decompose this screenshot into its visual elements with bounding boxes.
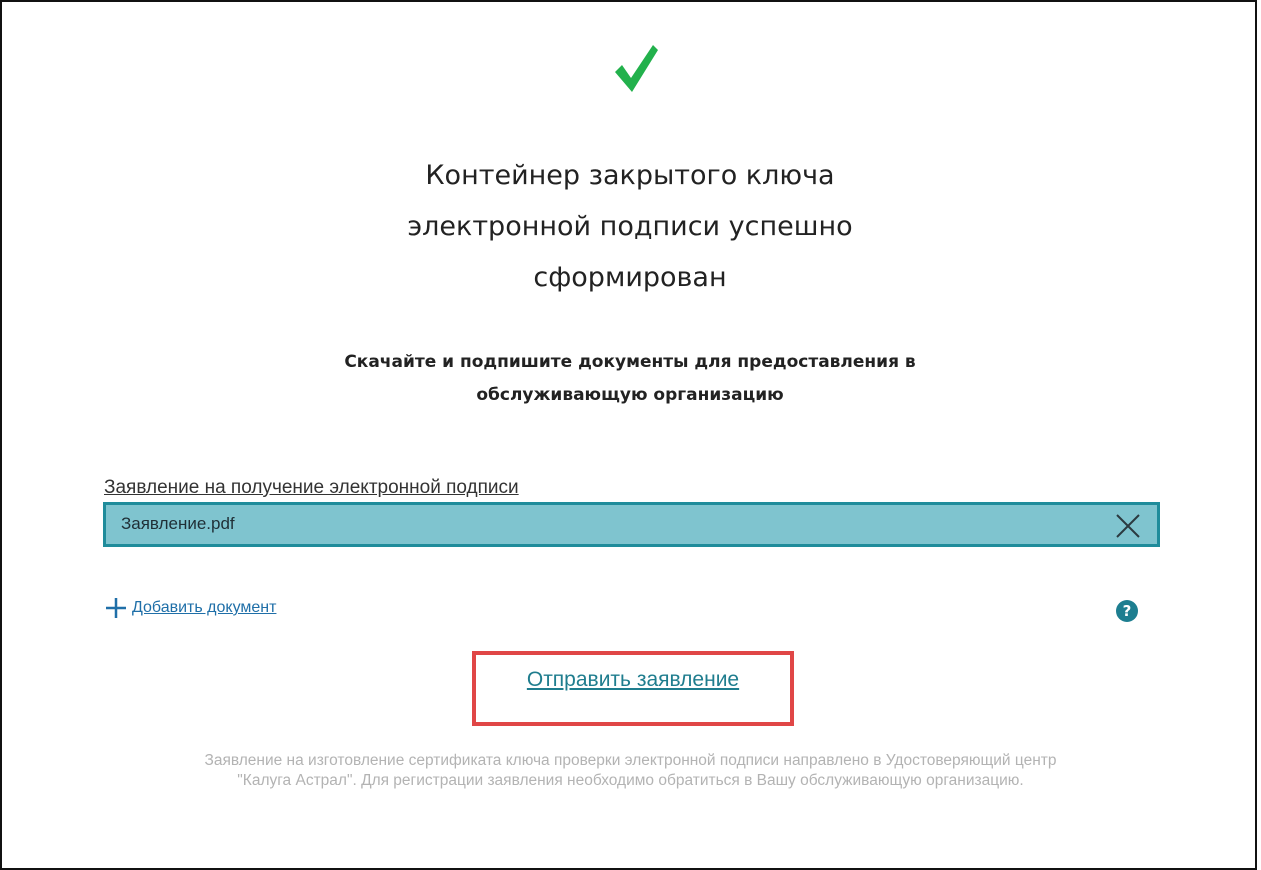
add-document-link[interactable]: Добавить документ bbox=[104, 596, 276, 620]
title-line: Контейнер закрытого ключа bbox=[425, 160, 835, 191]
instructions-text: Скачайте и подпишите документы для предо… bbox=[280, 346, 980, 412]
checkmark-icon bbox=[615, 45, 658, 92]
title-line: электронной подписи успешно bbox=[407, 211, 853, 242]
submit-application-link[interactable]: Отправить заявление bbox=[472, 668, 794, 692]
title-line: сформирован bbox=[533, 262, 727, 293]
subtitle-line: обслуживающую организацию bbox=[476, 385, 784, 405]
close-icon[interactable] bbox=[1115, 513, 1141, 539]
attached-file[interactable]: Заявление.pdf bbox=[103, 502, 1160, 547]
add-document-label[interactable]: Добавить документ bbox=[132, 599, 276, 617]
file-name[interactable]: Заявление.pdf bbox=[121, 514, 235, 534]
notice-line: "Калуга Астрал". Для регистрации заявлен… bbox=[237, 772, 1024, 789]
page-frame bbox=[0, 0, 1257, 870]
document-label: Заявление на получение электронной подпи… bbox=[104, 477, 519, 498]
help-icon[interactable]: ? bbox=[1116, 600, 1138, 622]
subtitle-line: Скачайте и подпишите документы для предо… bbox=[344, 352, 916, 372]
page-title: Контейнер закрытого ключа электронной по… bbox=[330, 150, 930, 303]
notice-text: Заявление на изготовление сертификата кл… bbox=[20, 751, 1241, 791]
plus-icon[interactable] bbox=[104, 596, 128, 620]
notice-line: Заявление на изготовление сертификата кл… bbox=[204, 752, 1057, 769]
